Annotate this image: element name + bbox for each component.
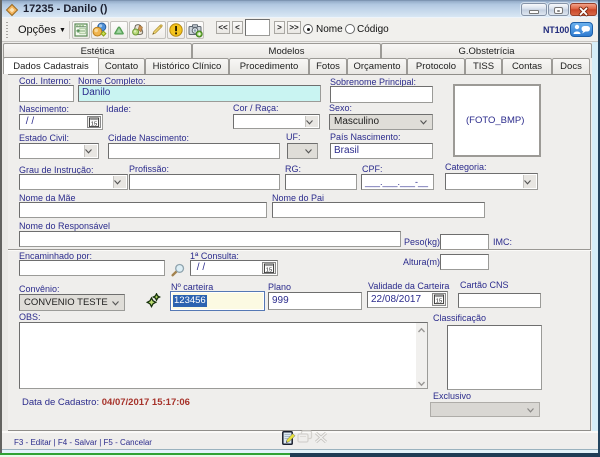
svg-text:15: 15 — [266, 268, 272, 274]
svg-text:15: 15 — [436, 299, 442, 305]
svg-text:15: 15 — [91, 122, 97, 128]
